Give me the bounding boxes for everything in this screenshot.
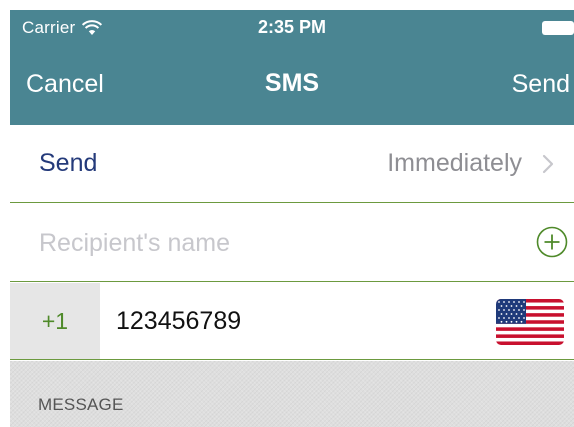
country-code-button[interactable]: +1 (10, 283, 100, 359)
send-timing-row[interactable]: Send Immediately (10, 125, 574, 203)
message-section: MESSAGE (10, 361, 574, 427)
battery-icon (542, 21, 574, 35)
status-bar: Carrier 2:35 PM (10, 10, 574, 46)
recipient-name-input[interactable] (39, 226, 479, 260)
phone-row: +1 (10, 283, 574, 360)
status-time: 2:35 PM (257, 17, 327, 37)
chevron-right-icon (542, 154, 554, 174)
page-title: SMS (264, 69, 320, 97)
us-flag-icon[interactable] (496, 299, 564, 345)
add-circle-icon[interactable] (536, 226, 568, 258)
send-timing-value: Immediately (387, 149, 522, 177)
send-button[interactable]: Send (512, 70, 570, 99)
header: Carrier 2:35 PM Cancel SMS Send (10, 10, 574, 125)
nav-bar: Cancel SMS Send (10, 46, 574, 125)
phone-number-input[interactable] (116, 303, 476, 339)
recipient-row (10, 204, 574, 282)
send-timing-label: Send (39, 149, 98, 177)
message-section-label: MESSAGE (38, 395, 124, 414)
